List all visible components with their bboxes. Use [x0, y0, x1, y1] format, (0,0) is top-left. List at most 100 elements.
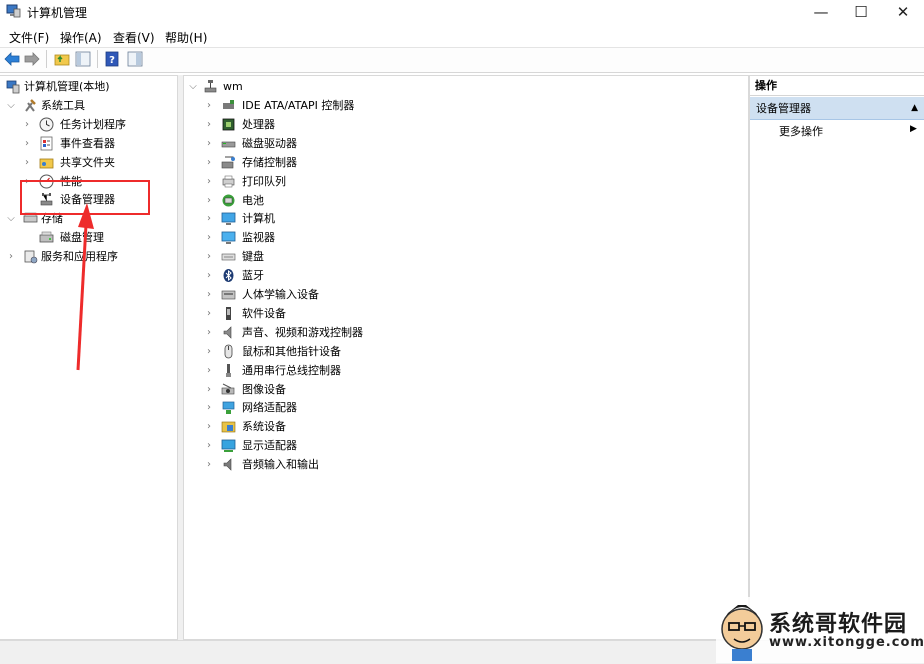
chevron-right-icon[interactable]: ›: [204, 304, 214, 323]
computer-icon: [221, 212, 236, 226]
chevron-right-icon[interactable]: ›: [204, 380, 214, 399]
computer-management-icon: [6, 4, 21, 18]
chevron-right-icon[interactable]: ›: [22, 115, 32, 134]
print-queue-icon: [222, 175, 235, 187]
device-category-label: 音频输入和输出: [242, 458, 319, 472]
ide-controller-icon: [223, 100, 234, 109]
device-category-label: 通用串行总线控制器: [242, 363, 341, 377]
storage-controller-icon: [221, 156, 235, 168]
monitor-icon: [221, 231, 236, 245]
close-button[interactable]: ✕: [880, 0, 924, 23]
device-category-label: 监视器: [242, 231, 275, 245]
properties-icon[interactable]: [127, 51, 143, 67]
chevron-right-icon[interactable]: ›: [22, 134, 32, 153]
chevron-right-icon[interactable]: ›: [204, 266, 214, 285]
chevron-down-icon[interactable]: ⌵: [6, 209, 16, 228]
chevron-right-icon[interactable]: ›: [204, 209, 214, 228]
system-device-icon: [221, 421, 236, 433]
menu-file[interactable]: 文件(F): [9, 29, 49, 46]
window-title: 计算机管理: [27, 6, 88, 20]
back-icon[interactable]: [4, 51, 20, 67]
tree-label: 事件查看器: [60, 137, 115, 150]
chevron-right-icon[interactable]: ›: [204, 285, 214, 304]
display-adapter-icon: [221, 439, 236, 453]
chevron-right-icon[interactable]: ›: [204, 247, 214, 266]
tools-icon: [25, 99, 36, 112]
menu-help[interactable]: 帮助(H): [165, 29, 207, 46]
battery-icon: [222, 194, 235, 206]
chevron-right-icon[interactable]: ›: [6, 247, 16, 266]
software-device-icon: [226, 306, 231, 320]
computer-name: wm: [223, 80, 243, 93]
chevron-down-icon[interactable]: ⌵: [188, 77, 198, 96]
chevron-right-icon[interactable]: ›: [204, 323, 214, 342]
chevron-right-icon[interactable]: ›: [204, 342, 214, 361]
device-category-label: 人体学输入设备: [242, 288, 319, 301]
mouse-icon: [224, 344, 233, 359]
sound-icon: [223, 326, 232, 339]
forward-icon[interactable]: [24, 51, 40, 67]
device-category-label: 鼠标和其他指针设备: [242, 344, 341, 358]
more-actions-item[interactable]: 更多操作: [779, 123, 823, 141]
imaging-device-icon: [221, 383, 235, 394]
usb-icon: [226, 363, 231, 377]
chevron-right-icon[interactable]: ›: [22, 153, 32, 172]
device-category-label: 电池: [242, 193, 264, 207]
disk-drive-icon: [221, 141, 236, 148]
chevron-right-icon[interactable]: ›: [204, 455, 214, 474]
tree-label: 共享文件夹: [60, 156, 115, 169]
chevron-right-icon[interactable]: ›: [204, 153, 214, 172]
chevron-right-icon[interactable]: ›: [204, 134, 214, 153]
watermark-url: www.xitongge.com: [769, 635, 924, 650]
keyboard-icon: [221, 253, 236, 261]
menu-action[interactable]: 操作(A): [60, 29, 102, 46]
device-category-label: 处理器: [242, 117, 275, 131]
up-folder-icon[interactable]: [54, 51, 70, 67]
chevron-right-icon[interactable]: ›: [204, 361, 214, 380]
chevron-right-icon[interactable]: ›: [204, 228, 214, 247]
device-category-label: 软件设备: [242, 306, 286, 320]
computer-management-icon: [6, 80, 20, 94]
chevron-right-icon[interactable]: ›: [204, 436, 214, 455]
device-category-label: 网络适配器: [242, 401, 297, 415]
annotation-arrow-icon: [76, 203, 94, 371]
device-category-label: 磁盘驱动器: [242, 136, 297, 150]
maximize-button[interactable]: ☐: [838, 0, 884, 23]
chevron-right-icon[interactable]: ›: [204, 398, 214, 417]
bluetooth-icon: [223, 269, 234, 283]
audio-io-icon: [223, 458, 232, 471]
chevron-right-icon[interactable]: ›: [204, 417, 214, 436]
collapse-triangle-icon[interactable]: ▲: [911, 97, 918, 120]
chevron-down-icon[interactable]: ⌵: [6, 96, 16, 115]
tree-label: 任务计划程序: [60, 118, 126, 131]
chevron-right-icon[interactable]: ›: [204, 172, 214, 191]
chevron-right-icon[interactable]: ›: [204, 191, 214, 210]
device-category-label: 系统设备: [242, 420, 286, 434]
tree-label: 系统工具: [41, 99, 85, 112]
show-tree-icon[interactable]: [75, 51, 91, 67]
device-category-label: 键盘: [242, 250, 264, 264]
menu-view[interactable]: 查看(V): [113, 29, 155, 46]
device-category-label: 打印队列: [242, 174, 286, 188]
svg-text:?: ?: [109, 55, 115, 66]
disk-management-icon: [39, 231, 54, 243]
clock-icon: [39, 117, 54, 132]
chevron-right-icon[interactable]: ›: [204, 115, 214, 134]
device-category-label: 显示适配器: [242, 439, 297, 453]
actions-section-device-manager[interactable]: 设备管理器 ▲: [750, 97, 924, 120]
toolbar-separator: [46, 50, 47, 68]
services-icon: [24, 250, 38, 264]
device-category-label: 声音、视频和游戏控制器: [242, 325, 363, 339]
device-category-label: 计算机: [242, 212, 275, 226]
computer-node-icon: [204, 80, 217, 93]
more-actions-label: 更多操作: [779, 125, 823, 138]
device-category-label: 蓝牙: [242, 269, 264, 283]
help-icon[interactable]: ?: [104, 51, 120, 67]
actions-header: 操作: [750, 76, 924, 96]
title-bar: [0, 0, 924, 23]
submenu-arrow-icon[interactable]: ▶: [910, 124, 917, 134]
device-category-label: IDE ATA/ATAPI 控制器: [242, 99, 355, 112]
hid-icon: [221, 290, 236, 300]
chevron-right-icon[interactable]: ›: [204, 96, 214, 115]
actions-pane: [749, 75, 924, 639]
